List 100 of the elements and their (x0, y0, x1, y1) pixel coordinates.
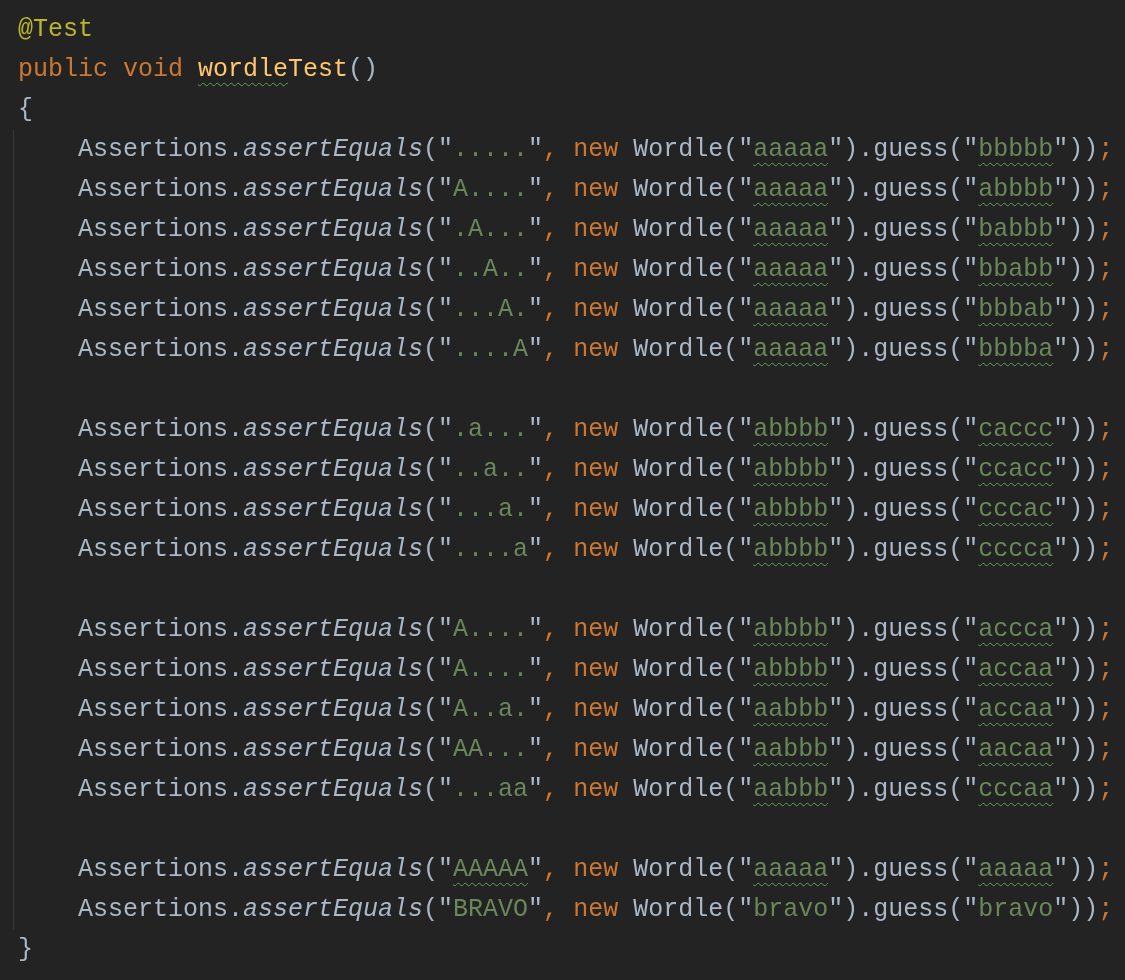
code-text: ").guess(" (828, 615, 979, 644)
code-text: ").guess(" (828, 455, 979, 484)
code-text: (" (423, 495, 454, 524)
punctuation: ; (1098, 415, 1114, 444)
code-text: Assertions. (78, 855, 244, 884)
keyword: new (573, 615, 620, 644)
punctuation: ; (1098, 255, 1114, 284)
keyword: new (573, 295, 620, 324)
method-call: assertEquals (243, 495, 424, 524)
method-name: wordle (198, 55, 289, 84)
code-text: (" (423, 175, 454, 204)
code-text: (" (423, 695, 454, 724)
string-literal: cccaa (978, 775, 1054, 804)
annotation: @Test (18, 15, 93, 44)
string-literal: abbbb (753, 415, 829, 444)
string-literal: abbbb (978, 175, 1054, 204)
code-text: ")) (1053, 295, 1099, 324)
string-literal: bravo (753, 895, 829, 924)
method-call: assertEquals (243, 895, 424, 924)
code-text: (" (423, 295, 454, 324)
code-text: ").guess(" (828, 735, 979, 764)
code-text: ")) (1053, 775, 1099, 804)
code-text: (" (423, 615, 454, 644)
string-literal: caccc (978, 415, 1054, 444)
code-text: ")) (1053, 455, 1099, 484)
code-text: (" (423, 535, 454, 564)
code-text: " (528, 855, 544, 884)
method-call: assertEquals (243, 215, 424, 244)
punctuation: , (543, 615, 560, 644)
string-literal: cccac (978, 495, 1054, 524)
keyword: new (573, 895, 620, 924)
method-call: assertEquals (243, 535, 424, 564)
code-text: Assertions. (78, 895, 244, 924)
code-text: " (528, 735, 544, 764)
code-text: Assertions. (78, 775, 244, 804)
code-text: " (528, 175, 544, 204)
code-text: ")) (1053, 255, 1099, 284)
string-literal: aaaaa (753, 175, 829, 204)
code-text: ").guess(" (828, 135, 979, 164)
code-text: ")) (1053, 175, 1099, 204)
string-literal: A..a. (453, 695, 529, 724)
code-text: ").guess(" (828, 895, 979, 924)
code-text: } (18, 935, 33, 964)
code-text: Wordle(" (633, 535, 754, 564)
code-text: Assertions. (78, 295, 244, 324)
code-text: ")) (1053, 135, 1099, 164)
string-literal: ....a (453, 535, 529, 564)
punctuation: , (543, 535, 560, 564)
code-text: (" (423, 335, 454, 364)
code-text: () (348, 55, 379, 84)
punctuation: ; (1098, 455, 1114, 484)
code-text: ")) (1053, 695, 1099, 724)
code-text: " (528, 255, 544, 284)
keyword: public void (18, 55, 185, 84)
string-literal: bbabb (978, 255, 1054, 284)
code-text: Assertions. (78, 695, 244, 724)
code-text: " (528, 895, 544, 924)
string-literal: bravo (978, 895, 1054, 924)
string-literal: accca (978, 615, 1054, 644)
code-text: " (528, 455, 544, 484)
method-call: assertEquals (243, 695, 424, 724)
code-text: Assertions. (78, 255, 244, 284)
code-text: Wordle(" (633, 215, 754, 244)
code-text: ")) (1053, 215, 1099, 244)
method-call: assertEquals (243, 335, 424, 364)
code-text: (" (423, 255, 454, 284)
method-name: Test (288, 55, 349, 84)
string-literal: abbbb (753, 655, 829, 684)
code-text: Wordle(" (633, 895, 754, 924)
code-text: Assertions. (78, 215, 244, 244)
code-text: ")) (1053, 335, 1099, 364)
code-text: ").guess(" (828, 655, 979, 684)
keyword: new (573, 535, 620, 564)
code-text: Wordle(" (633, 455, 754, 484)
punctuation: ; (1098, 735, 1114, 764)
code-text: (" (423, 735, 454, 764)
code-text: (" (423, 855, 454, 884)
string-literal: aaaaa (753, 855, 829, 884)
method-call: assertEquals (243, 855, 424, 884)
code-text: " (528, 215, 544, 244)
code-text: Assertions. (78, 615, 244, 644)
code-text: " (528, 135, 544, 164)
string-literal: ...A. (453, 295, 529, 324)
punctuation: ; (1098, 855, 1114, 884)
code-text: " (528, 335, 544, 364)
string-literal: A.... (453, 655, 529, 684)
code-text: Wordle(" (633, 615, 754, 644)
code-text: (" (423, 135, 454, 164)
code-text: ").guess(" (828, 255, 979, 284)
code-text: (" (423, 415, 454, 444)
punctuation: , (543, 455, 560, 484)
string-literal: abbbb (753, 535, 829, 564)
code-text: Wordle(" (633, 335, 754, 364)
code-text: " (528, 775, 544, 804)
code-text: ").guess(" (828, 295, 979, 324)
string-literal: bbbab (978, 295, 1054, 324)
code-text: Wordle(" (633, 295, 754, 324)
punctuation: , (543, 775, 560, 804)
punctuation: ; (1098, 535, 1114, 564)
string-literal: aabbb (753, 695, 829, 724)
